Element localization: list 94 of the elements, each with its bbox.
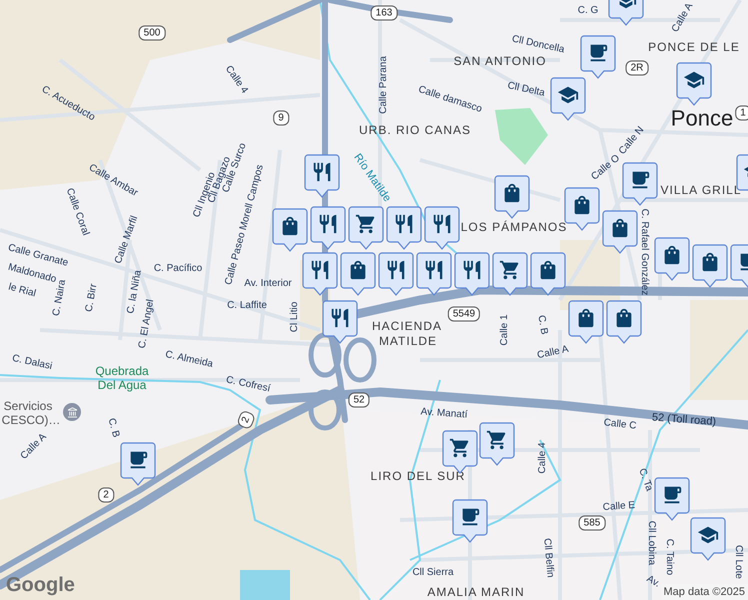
street-label: le Rial bbox=[7, 282, 37, 300]
street-label: Cl Litio bbox=[290, 302, 300, 332]
fork-knife-icon bbox=[423, 259, 445, 281]
street-label: Av. Manatí bbox=[420, 407, 468, 421]
neighborhood-label: SAN ANTONIO bbox=[454, 55, 546, 67]
map-pin[interactable] bbox=[424, 206, 460, 250]
place-label: CESCO)… bbox=[2, 412, 60, 429]
fork-knife-icon bbox=[461, 259, 483, 281]
map-pin[interactable] bbox=[416, 252, 452, 296]
map-pin[interactable] bbox=[606, 300, 642, 344]
route-shield: 52 bbox=[348, 392, 370, 408]
street-label: C. Pacífico bbox=[154, 264, 202, 274]
street-label: Av. bbox=[644, 574, 662, 590]
fork-knife-icon bbox=[311, 161, 333, 183]
map-pin[interactable] bbox=[550, 77, 586, 121]
map-pin[interactable] bbox=[654, 237, 690, 281]
street-label: Calle A bbox=[536, 344, 570, 362]
park-label: Del Agua bbox=[98, 378, 146, 394]
fork-knife-icon bbox=[309, 259, 331, 281]
route-shield: 585 bbox=[578, 516, 606, 530]
neighborhood-label: VILLA GRILL bbox=[660, 184, 742, 196]
street-label: C. B bbox=[535, 314, 549, 336]
map-pin[interactable] bbox=[302, 252, 338, 296]
map-pin[interactable] bbox=[676, 62, 712, 106]
fork-knife-icon bbox=[317, 213, 339, 235]
fork-knife-icon bbox=[329, 307, 351, 329]
street-label: Cll Delta bbox=[506, 81, 546, 99]
shopping-cart-icon bbox=[486, 429, 508, 451]
neighborhood-label: HACIENDA bbox=[372, 320, 442, 332]
street-label: C. Dalasi bbox=[11, 354, 53, 372]
map-pin[interactable] bbox=[622, 162, 658, 206]
route-shield: 9 bbox=[273, 110, 289, 126]
street-label: Calle C bbox=[603, 418, 637, 432]
place-label: Servicios bbox=[4, 398, 52, 415]
neighborhood-label: MATILDE bbox=[378, 335, 438, 347]
route-shield: 500 bbox=[138, 26, 166, 40]
street-label: Calle 4 bbox=[538, 442, 548, 474]
map-pin[interactable] bbox=[378, 252, 414, 296]
map-pin[interactable] bbox=[568, 300, 604, 344]
route-shield: 163 bbox=[370, 6, 398, 20]
map-pin[interactable] bbox=[386, 206, 422, 250]
street-label: Calle O bbox=[590, 153, 622, 183]
google-logo: Google bbox=[6, 574, 75, 596]
route-shield: 5549 bbox=[448, 306, 480, 322]
shopping-cart-icon bbox=[499, 259, 521, 281]
route-shield: 2 bbox=[98, 488, 114, 502]
street-label: C. G bbox=[578, 6, 598, 16]
neighborhood-label: PONCE DE LE bbox=[648, 41, 740, 53]
park-label: Quebrada bbox=[95, 363, 149, 380]
fork-knife-icon bbox=[385, 259, 407, 281]
map-pin[interactable] bbox=[602, 210, 638, 254]
street-label: Cll Lote bbox=[733, 545, 743, 579]
city-label: Ponce bbox=[670, 104, 734, 132]
map-pin[interactable] bbox=[322, 300, 358, 344]
street-label: C. B bbox=[106, 417, 120, 439]
street-label: Calle Coral bbox=[64, 187, 90, 237]
landmark-icon bbox=[63, 403, 81, 421]
street-label: Calle Marfil bbox=[114, 214, 140, 266]
route-shield: 2R bbox=[626, 60, 648, 76]
map-pin[interactable] bbox=[494, 175, 530, 219]
street-label: C. Almeida bbox=[164, 350, 214, 370]
map-pin[interactable] bbox=[692, 244, 728, 288]
street-label: Cll Doncella bbox=[510, 34, 566, 56]
street-label: Calle E bbox=[602, 500, 636, 514]
street-label: Cll Sierra bbox=[412, 568, 454, 578]
street-label: C. Birr bbox=[84, 283, 100, 313]
shopping-cart-icon bbox=[449, 437, 471, 459]
graduation-cap-icon bbox=[697, 524, 719, 546]
fork-knife-icon bbox=[393, 213, 415, 235]
neighborhood-label: LOS PÁMPANOS bbox=[460, 221, 568, 233]
highway-label: 52 (Toll road) bbox=[651, 410, 717, 430]
map-pin[interactable] bbox=[340, 252, 376, 296]
street-label: Av. Interior bbox=[244, 279, 292, 289]
neighborhood-label: AMALIA MARIN bbox=[427, 586, 525, 598]
street-label: Calle 1 bbox=[500, 314, 510, 346]
street-label: C. Ta bbox=[636, 467, 654, 493]
graduation-cap-icon bbox=[683, 69, 705, 91]
street-label: Calle Parana bbox=[379, 56, 389, 114]
graduation-cap-icon bbox=[557, 84, 579, 106]
route-shield: 1 bbox=[735, 106, 748, 120]
street-label: Cll Lobina bbox=[646, 520, 656, 566]
map-pin[interactable] bbox=[272, 208, 308, 252]
street-label: C. Rafael González bbox=[639, 208, 649, 296]
street-label: C. Cofresí bbox=[224, 375, 272, 395]
street-label: C. Laffite bbox=[227, 301, 267, 311]
map-pin[interactable] bbox=[348, 206, 384, 250]
street-label: C. Taino bbox=[664, 538, 674, 576]
shopping-cart-icon bbox=[355, 213, 377, 235]
map-pin[interactable] bbox=[304, 154, 340, 198]
street-label: Cll Belfin bbox=[541, 538, 555, 578]
map-pin[interactable] bbox=[580, 35, 616, 79]
fork-knife-icon bbox=[431, 213, 453, 235]
map-pin[interactable] bbox=[310, 206, 346, 250]
map-pin[interactable] bbox=[564, 187, 600, 231]
